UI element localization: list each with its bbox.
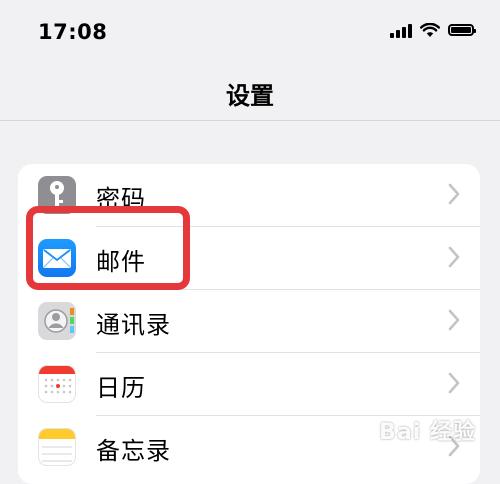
settings-item-contacts[interactable]: 通讯录 (18, 290, 480, 353)
chevron-right-icon (448, 246, 460, 268)
status-bar: 17:08 (0, 0, 500, 64)
settings-item-calendar[interactable]: 日历 (18, 353, 480, 416)
chevron-right-icon (448, 183, 460, 205)
battery-icon (448, 24, 476, 36)
cellular-signal-icon (390, 22, 412, 38)
nav-bar: 设置 (0, 64, 500, 121)
settings-item-label: 备忘录 (96, 437, 171, 465)
chevron-right-icon (448, 309, 460, 331)
page-title: 设置 (226, 82, 274, 110)
watermark: Bai 经验 (379, 420, 476, 445)
settings-item-label: 日历 (96, 374, 146, 402)
chevron-right-icon (448, 372, 460, 394)
highlight-annotation (26, 206, 190, 290)
settings-item-label: 通讯录 (96, 311, 171, 339)
status-icons (390, 22, 476, 38)
wifi-icon (420, 22, 440, 37)
status-time: 17:08 (38, 20, 108, 44)
calendar-icon (38, 365, 76, 403)
notes-icon (38, 428, 76, 466)
contacts-icon (38, 302, 76, 340)
